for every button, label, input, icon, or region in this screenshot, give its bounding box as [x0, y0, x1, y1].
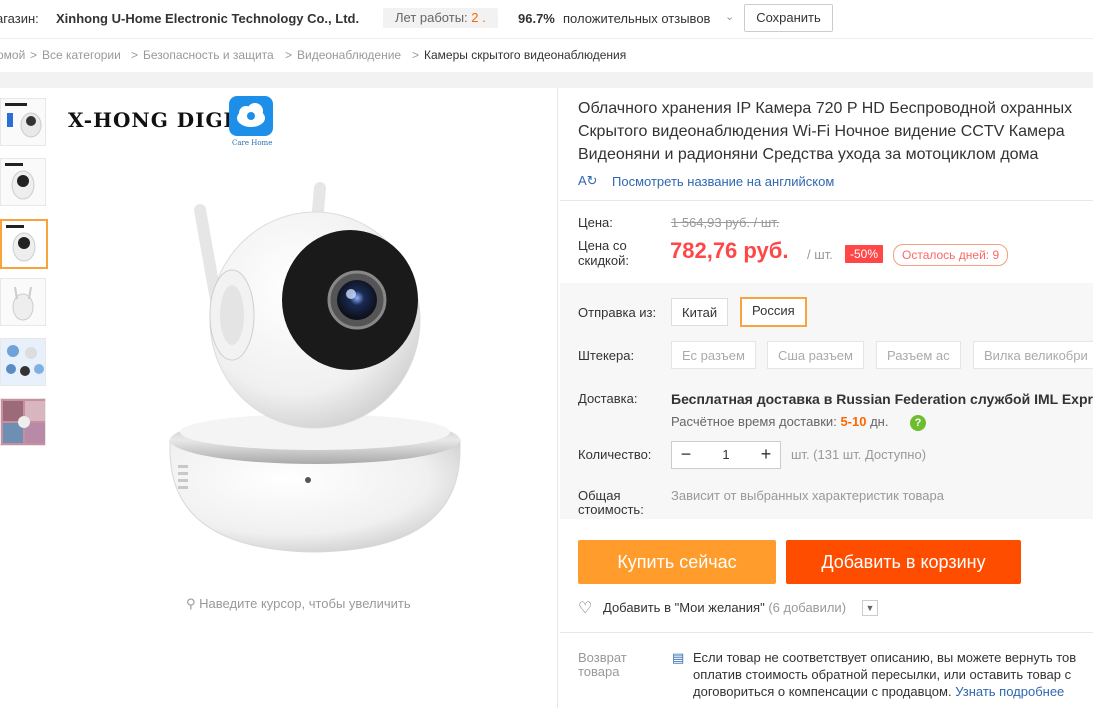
quantity-available: шт. (131 шт. Доступно) — [791, 447, 927, 462]
discount-price: 782,76 руб. — [670, 238, 789, 263]
total-label-2: стоимость: — [578, 502, 644, 517]
plug-option-uk[interactable]: Вилка великобри — [973, 341, 1093, 369]
plug-option-us[interactable]: Сша разъем — [767, 341, 864, 369]
section-divider — [0, 72, 1093, 88]
store-bar: агазин: Xinhong U-Home Electronic Techno… — [0, 0, 1093, 38]
buy-now-button[interactable]: Купить сейчас — [578, 540, 776, 584]
gallery-thumbnail[interactable] — [0, 98, 46, 146]
return-policy-line: оплатив стоимость обратной пересылки, ил… — [693, 667, 1072, 682]
translate-title-link[interactable]: Посмотреть название на английском — [612, 174, 834, 189]
price-label: Цена: — [578, 215, 613, 230]
total-note: Зависит от выбранных характеристик товар… — [671, 488, 944, 503]
discount-price-label-2: скидкой: — [578, 253, 629, 268]
price-unit: / шт. — [807, 247, 833, 262]
original-price: 1 564,93 руб. / шт. — [671, 215, 780, 230]
plug-option-au[interactable]: Разъем ас — [876, 341, 961, 369]
return-policy-line-last: договориться о компенсации с продавцом. … — [693, 684, 1065, 699]
ship-from-option-china[interactable]: Китай — [671, 298, 729, 326]
zoom-hint: ⚲ Наведите курсор, чтобы увеличить — [186, 596, 411, 611]
breadcrumb-item-all-categories[interactable]: Все категории — [42, 48, 121, 62]
return-label: Возврат товара — [578, 650, 627, 679]
product-title-line: Скрытого видеонаблюдения Wi-Fi Ночное ви… — [578, 123, 1065, 140]
chevron-down-icon[interactable]: ▼ — [862, 600, 878, 616]
breadcrumb-separator: > — [30, 48, 38, 62]
ship-from-label: Отправка из: — [578, 305, 657, 320]
store-label: агазин: — [0, 11, 39, 26]
breadcrumb-item-home[interactable]: омой — [0, 48, 25, 62]
app-caption: Care Home — [232, 139, 273, 147]
gallery-thumbnail[interactable] — [0, 338, 46, 386]
breadcrumb-item-current[interactable]: Камеры скрытого видеонаблюдения — [424, 48, 626, 62]
add-to-wishlist-link[interactable]: Добавить в "Мои желания" (6 добавили) — [603, 600, 846, 615]
days-left-badge: Осталось дней: 9 — [893, 244, 1009, 266]
save-store-button[interactable]: Сохранить — [744, 4, 833, 32]
delivery-info: Бесплатная доставка в Russian Federation… — [671, 391, 1093, 407]
column-divider — [557, 88, 558, 708]
store-rating-text[interactable]: положительных отзывов — [563, 11, 710, 26]
gallery-thumbnail[interactable] — [0, 158, 46, 206]
quantity-stepper: − 1 + — [671, 441, 781, 469]
plug-option-eu[interactable]: Ес разъем — [671, 341, 756, 369]
quantity-input[interactable]: 1 — [700, 442, 752, 468]
delivery-country-link[interactable]: Russian Federation — [836, 391, 966, 407]
magnifier-icon: ⚲ — [186, 596, 196, 611]
learn-more-link[interactable]: Узнать подробнее — [955, 684, 1064, 699]
wishlist-count: (6 добавили) — [768, 600, 847, 615]
divider — [560, 200, 1093, 201]
breadcrumb: омой > Все категории > Безопасность и за… — [0, 38, 1093, 73]
return-policy-line: Если товар не соответствует описанию, вы… — [693, 650, 1077, 665]
product-main-image[interactable] — [160, 180, 470, 560]
delivery-days: 5-10 — [840, 414, 867, 429]
total-label: Общая — [578, 488, 621, 503]
breadcrumb-separator: > — [285, 48, 293, 62]
discount-price-label: Цена со — [578, 238, 627, 253]
add-to-cart-button[interactable]: Добавить в корзину — [786, 540, 1021, 584]
gallery-thumbnail-active[interactable] — [0, 219, 48, 269]
delivery-time: Расчётное время доставки: 5-10 дн. — [671, 414, 889, 429]
store-years-label: Лет работы: — [395, 10, 468, 25]
store-years-badge: Лет работы: 2 . — [383, 8, 498, 28]
help-icon[interactable]: ? — [910, 415, 926, 431]
translate-icon[interactable]: A↻ — [578, 173, 598, 189]
plug-label: Штекера: — [578, 348, 635, 363]
quantity-decrease-button[interactable]: − — [672, 442, 700, 468]
delivery-label: Доставка: — [578, 391, 638, 406]
store-rating-percent: 96.7% — [518, 11, 555, 26]
quantity-label: Количество: — [578, 447, 652, 462]
chevron-down-icon[interactable]: ⌄ — [725, 10, 734, 23]
discount-badge: -50% — [845, 245, 883, 263]
brand-logo-text: X-HONG DIGIT — [68, 108, 250, 132]
divider — [560, 632, 1093, 633]
return-policy-icon: ▤ — [672, 650, 685, 665]
store-years-value: 2 . — [471, 10, 486, 25]
quantity-increase-button[interactable]: + — [752, 442, 780, 468]
ship-from-option-russia[interactable]: Россия — [740, 297, 807, 327]
product-title-line: Облачного хранения IP Камера 720 P HD Бе… — [578, 100, 1073, 117]
store-name-link[interactable]: Xinhong U-Home Electronic Technology Co.… — [56, 11, 359, 26]
gallery-thumbnail[interactable] — [0, 398, 46, 446]
cloud-app-icon — [229, 96, 273, 136]
heart-plus-icon[interactable]: ♡ — [578, 598, 592, 618]
gallery-thumbnail[interactable] — [0, 278, 46, 326]
product-title-line: Видеоняни и радионяни Средства ухода за … — [578, 146, 1039, 163]
breadcrumb-item-security[interactable]: Безопасность и защита — [143, 48, 274, 62]
breadcrumb-item-surveillance[interactable]: Видеонаблюдение — [297, 48, 401, 62]
breadcrumb-separator: > — [131, 48, 139, 62]
breadcrumb-separator: > — [412, 48, 420, 62]
